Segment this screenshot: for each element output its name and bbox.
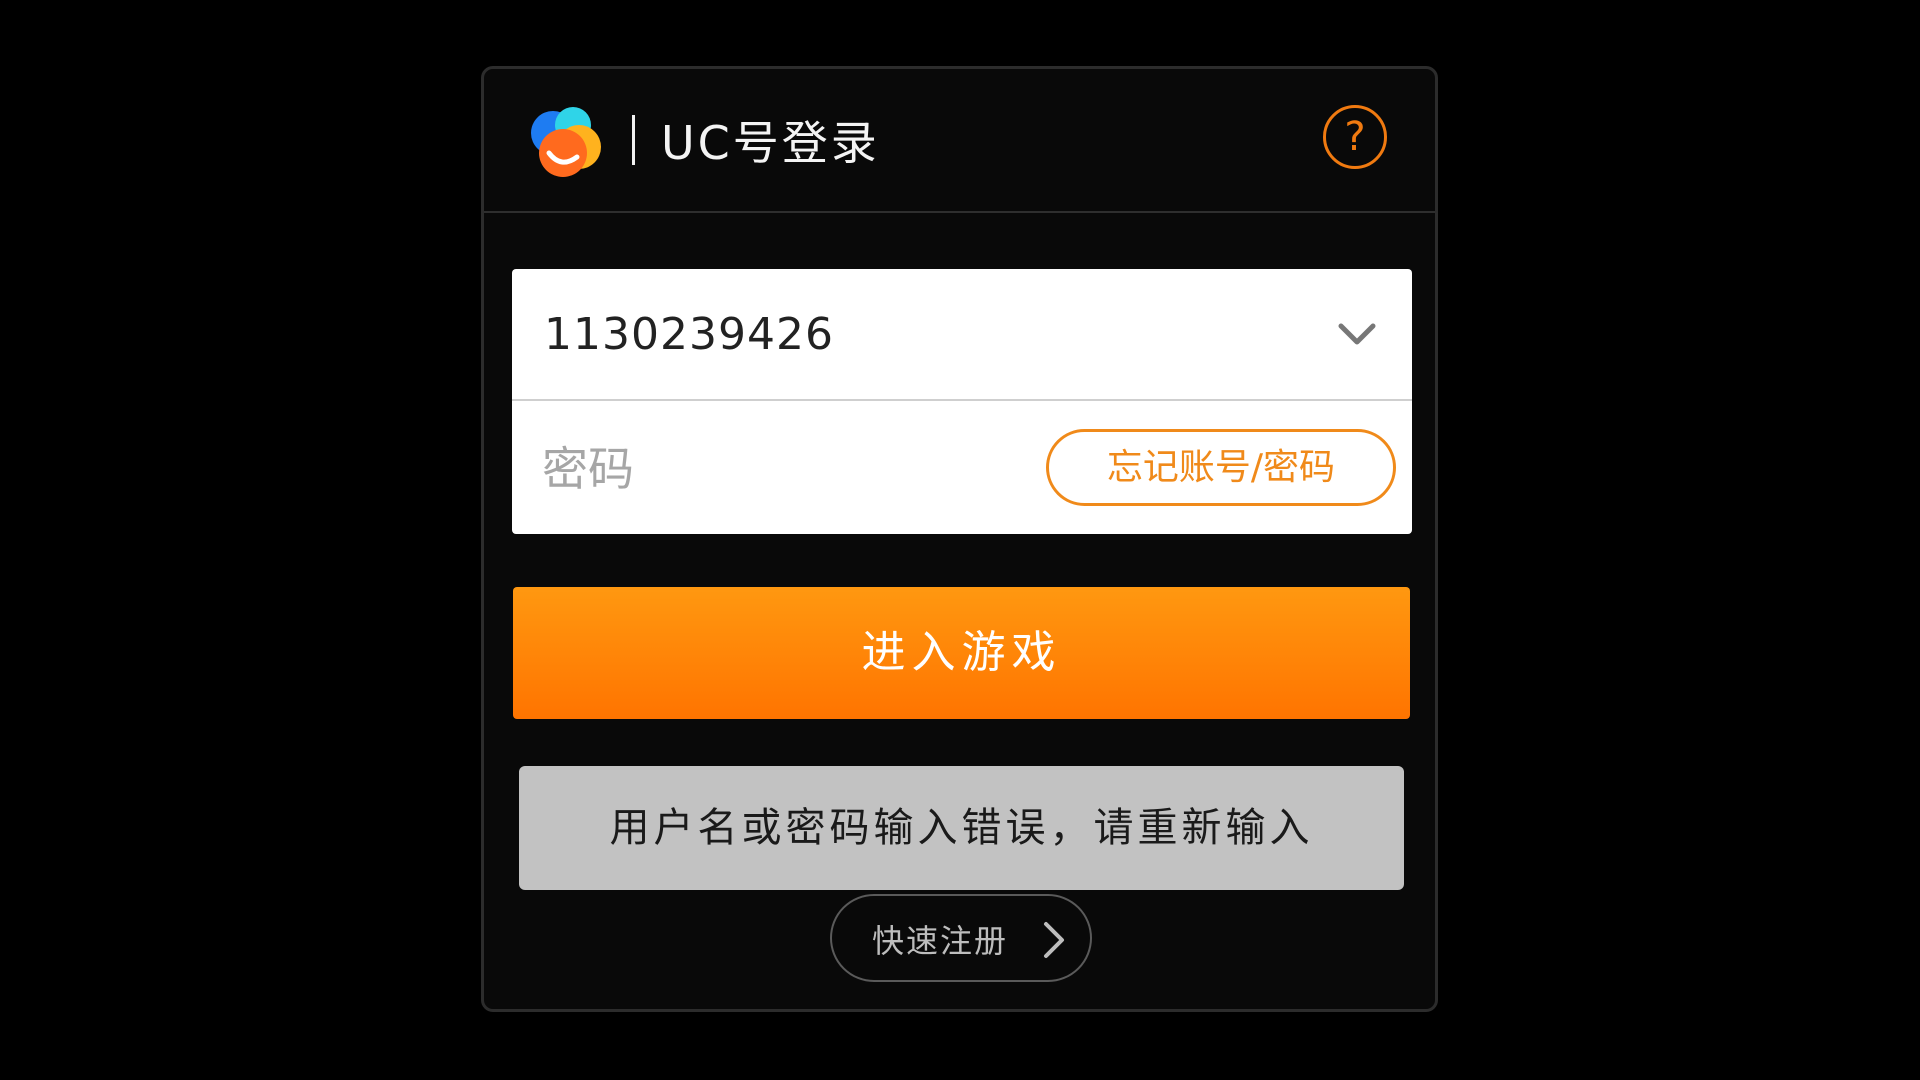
password-row: 忘记账号/密码 (512, 401, 1412, 534)
enter-game-button[interactable]: 进入游戏 (513, 587, 1410, 719)
dialog-header: UC号登录 ? (484, 69, 1435, 213)
question-circle-icon: ? (1344, 114, 1366, 160)
login-form: 1130239426 忘记账号/密码 (512, 269, 1412, 534)
title-divider (632, 115, 635, 165)
password-input[interactable] (542, 439, 1002, 499)
chevron-right-icon (1044, 922, 1064, 958)
dialog-title: UC号登录 (661, 116, 880, 170)
uc-logo-icon (531, 107, 601, 177)
register-label: 快速注册 (872, 922, 1009, 960)
account-value[interactable]: 1130239426 (544, 309, 834, 360)
account-field[interactable]: 1130239426 (512, 269, 1412, 401)
help-button[interactable]: ? (1323, 105, 1387, 169)
quick-register-button[interactable]: 快速注册 (830, 894, 1092, 982)
forgot-account-password-button[interactable]: 忘记账号/密码 (1046, 429, 1396, 506)
error-toast: 用户名或密码输入错误，请重新输入 (519, 766, 1404, 890)
chevron-down-icon[interactable] (1332, 309, 1382, 359)
login-dialog: UC号登录 ? 1130239426 忘记账号/密码 进入游戏 用户名或密码输入… (481, 66, 1438, 1012)
